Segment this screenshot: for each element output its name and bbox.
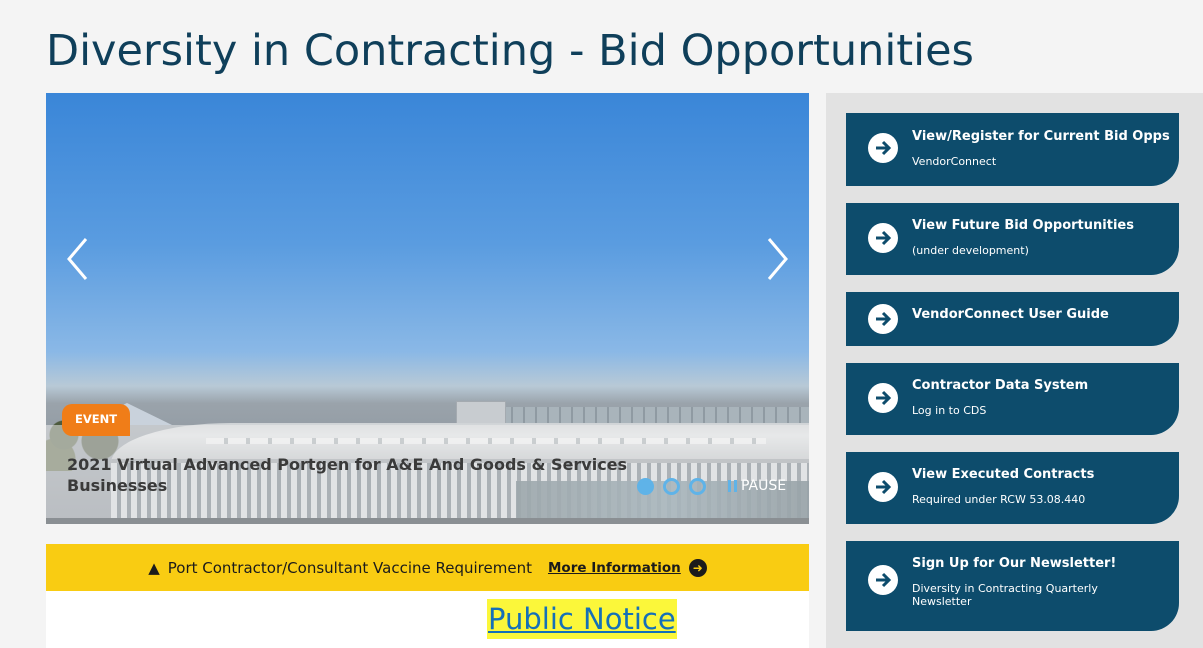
warning-icon: ▲ (148, 558, 160, 577)
arrow-circle-icon[interactable]: ➜ (688, 558, 707, 577)
quick-link-current-bid-opps[interactable]: View/Register for Current Bid Opps Vendo… (846, 113, 1179, 186)
quick-link-executed-contracts[interactable]: View Executed Contracts Required under R… (846, 452, 1179, 524)
slide-title[interactable]: 2021 Virtual Advanced Portgen for A&E An… (67, 454, 647, 496)
quick-link-title: Contractor Data System (912, 378, 1089, 393)
terminal-building (501, 407, 809, 423)
quick-link-user-guide[interactable]: VendorConnect User Guide (846, 292, 1179, 346)
arrow-circle-icon (868, 565, 898, 595)
carousel-dot-2[interactable] (663, 478, 680, 495)
quick-link-contractor-data-system[interactable]: Contractor Data System Log in to CDS (846, 363, 1179, 435)
pause-label: PAUSE (741, 478, 787, 494)
carousel-dot-3[interactable] (689, 478, 706, 495)
carousel-prev-button[interactable] (66, 236, 90, 282)
event-badge: EVENT (62, 404, 131, 436)
chevron-left-icon (67, 238, 88, 280)
vaccine-alert-bar: ▲ Port Contractor/Consultant Vaccine Req… (46, 544, 809, 591)
quick-link-future-bid-opps[interactable]: View Future Bid Opportunities (under dev… (846, 203, 1179, 275)
carousel-dot-1[interactable] (637, 478, 654, 495)
pause-icon (728, 480, 737, 492)
quick-link-subtitle: Log in to CDS (912, 404, 987, 417)
page-title: Diversity in Contracting - Bid Opportuni… (46, 26, 974, 76)
hero-bottom-edge (46, 518, 809, 524)
quick-link-subtitle: Diversity in Contracting Quarterly Newsl… (912, 582, 1098, 608)
carousel-dots (637, 478, 706, 495)
more-information-link[interactable]: More Information (548, 560, 681, 576)
quick-link-title: View Executed Contracts (912, 467, 1095, 482)
arrow-circle-icon (868, 383, 898, 413)
public-notice-link[interactable]: Public Notice (487, 599, 677, 639)
carousel-pause-button[interactable]: PAUSE (728, 478, 786, 494)
hero-carousel: EVENT 2021 Virtual Advanced Portgen for … (46, 93, 809, 524)
quick-link-title: View Future Bid Opportunities (912, 218, 1134, 233)
quick-link-subtitle: VendorConnect (912, 155, 997, 168)
quick-link-subtitle: Required under RCW 53.08.440 (912, 493, 1086, 506)
quick-link-title: Sign Up for Our Newsletter! (912, 556, 1117, 571)
arrow-circle-icon (868, 304, 898, 334)
alert-message: Port Contractor/Consultant Vaccine Requi… (167, 558, 532, 577)
chevron-right-icon (767, 238, 788, 280)
carousel-next-button[interactable] (765, 236, 789, 282)
arrow-circle-icon (868, 472, 898, 502)
quick-link-subtitle: (under development) (912, 244, 1029, 257)
arrow-circle-icon (868, 223, 898, 253)
quick-link-title: VendorConnect User Guide (912, 307, 1109, 322)
quick-link-newsletter[interactable]: Sign Up for Our Newsletter! Diversity in… (846, 541, 1179, 631)
notice-section: Public Notice (46, 591, 809, 648)
quick-links-panel: View/Register for Current Bid Opps Vendo… (826, 93, 1203, 648)
arrow-circle-icon (868, 133, 898, 163)
quick-link-title: View/Register for Current Bid Opps (912, 129, 1170, 144)
